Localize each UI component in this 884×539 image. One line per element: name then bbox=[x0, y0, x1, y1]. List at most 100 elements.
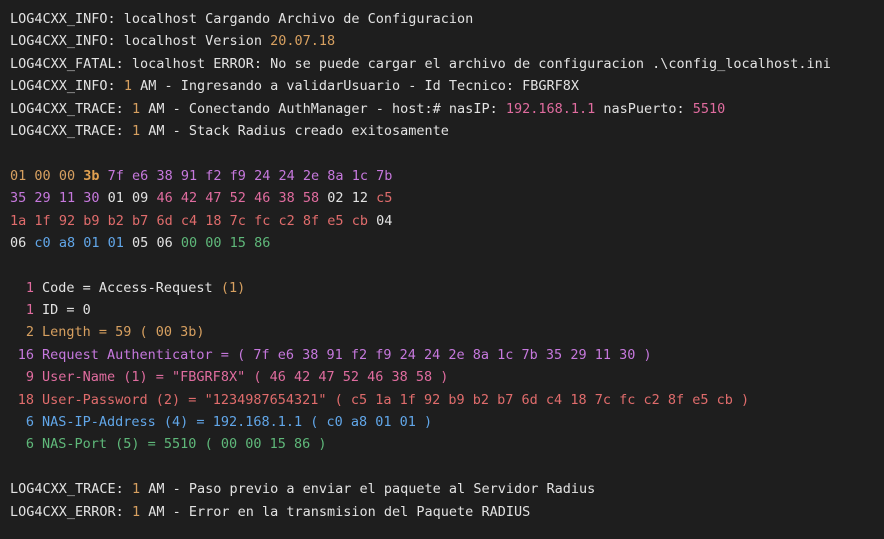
field-label: User-Name (1) = bbox=[42, 369, 173, 386]
radius-field-row: 2 Length = 59 ( 00 3b) bbox=[10, 321, 884, 343]
hex-byte: 18 bbox=[205, 212, 222, 229]
hex-byte: 12 bbox=[351, 190, 368, 207]
hex-byte: b7 bbox=[132, 212, 149, 229]
log-tag: LOG4CXX_INFO: bbox=[10, 78, 116, 95]
log-tag: LOG4CXX_FATAL: bbox=[10, 55, 124, 72]
log-number: 1 bbox=[131, 481, 141, 498]
hex-byte: 1a bbox=[10, 212, 27, 229]
field-length: 1 bbox=[25, 279, 34, 296]
hex-byte: 01 bbox=[107, 234, 124, 251]
hex-byte: f2 bbox=[205, 167, 222, 184]
hex-byte: 8a bbox=[327, 167, 344, 184]
field-length: 16 bbox=[17, 346, 34, 363]
hex-byte: b2 bbox=[107, 212, 124, 229]
hex-byte: 01 bbox=[10, 167, 27, 184]
field-label: User-Password (2) = bbox=[42, 391, 205, 408]
hex-byte: 46 bbox=[254, 190, 271, 207]
hex-byte: 38 bbox=[156, 167, 173, 184]
log-tag: LOG4CXX_INFO: bbox=[10, 33, 116, 50]
radius-field-row: 6 NAS-Port (5) = 5510 ( 00 00 15 86 ) bbox=[10, 433, 884, 455]
hex-byte: 58 bbox=[302, 190, 320, 207]
log-line: LOG4CXX_INFO: localhost Version 20.07.18 bbox=[10, 30, 884, 52]
hex-byte: c5 bbox=[376, 190, 393, 207]
radius-field-row: 1 ID = 0 bbox=[10, 299, 884, 321]
hex-dump-row: 35 29 11 30 01 09 46 42 47 52 46 38 58 0… bbox=[10, 187, 884, 209]
log-line: LOG4CXX_INFO: 1 AM - Ingresando a valida… bbox=[10, 75, 884, 97]
field-bytes: ( c0 a8 01 01 ) bbox=[302, 414, 433, 431]
hex-byte: fc bbox=[254, 212, 271, 229]
hex-byte: 52 bbox=[229, 190, 246, 207]
log-message: AM - Conectando AuthManager - host:# nas… bbox=[140, 100, 506, 117]
nas-ip: 192.168.1.1 bbox=[505, 100, 596, 117]
field-length: 18 bbox=[17, 391, 34, 408]
hex-byte: b9 bbox=[83, 212, 100, 229]
hex-byte: 46 bbox=[156, 190, 173, 207]
field-label: Code = Access-Request bbox=[42, 279, 213, 296]
terminal-output: LOG4CXX_INFO: localhost Cargando Archivo… bbox=[0, 0, 884, 539]
hex-byte: c4 bbox=[180, 212, 198, 229]
field-length: 6 bbox=[25, 436, 34, 453]
hex-byte: 42 bbox=[180, 190, 198, 207]
hex-byte: e5 bbox=[327, 212, 344, 229]
field-length: 1 bbox=[25, 302, 34, 319]
hex-byte: 24 bbox=[278, 167, 295, 184]
hex-byte: 00 bbox=[205, 234, 222, 251]
hex-byte: 04 bbox=[376, 212, 393, 229]
log-line: LOG4CXX_TRACE: 1 AM - Paso previo a envi… bbox=[10, 478, 884, 500]
field-label: NAS-Port (5) = bbox=[42, 436, 164, 453]
hex-byte: 7c bbox=[229, 212, 246, 229]
field-value: "FBGRF8X" bbox=[172, 369, 246, 386]
log-message: localhost Version bbox=[115, 33, 271, 50]
field-length: 6 bbox=[25, 414, 34, 431]
radius-fields: 1 Code = Access-Request (1) 1 ID = 0 2 Length… bbox=[10, 277, 884, 456]
hex-byte: 35 bbox=[10, 190, 27, 207]
log-message: AM - Paso previo a enviar el paquete al … bbox=[140, 481, 596, 498]
hex-byte: f9 bbox=[229, 167, 246, 184]
hex-byte: 7b bbox=[376, 167, 393, 184]
field-length: 2 bbox=[25, 324, 34, 341]
log-message: AM - Ingresando a validarUsuario - Id Te… bbox=[131, 78, 579, 95]
field-label: Length = 59 bbox=[42, 324, 132, 341]
radius-field-row: 1 Code = Access-Request (1) bbox=[10, 277, 884, 299]
hex-byte: 30 bbox=[83, 190, 100, 207]
log-tag: LOG4CXX_TRACE: bbox=[10, 122, 124, 139]
hex-byte: 15 bbox=[229, 234, 246, 251]
hex-byte: 01 bbox=[107, 190, 124, 207]
field-length: 9 bbox=[25, 369, 34, 386]
hex-dump-row: 06 c0 a8 01 01 05 06 00 00 15 86 bbox=[10, 232, 884, 254]
log-number: 1 bbox=[123, 78, 132, 95]
field-bytes: ( 00 3b) bbox=[131, 324, 205, 341]
log-message: AM - Stack Radius creado exitosamente bbox=[140, 122, 449, 139]
hex-byte: 11 bbox=[58, 190, 76, 207]
hex-dump-row: 1a 1f 92 b9 b2 b7 6d c4 18 7c fc c2 8f e… bbox=[10, 210, 884, 232]
radius-field-row: 18 User-Password (2) = "1234987654321" ( … bbox=[10, 389, 884, 411]
log-tag: LOG4CXX_TRACE: bbox=[10, 481, 124, 498]
log-line: LOG4CXX_TRACE: 1 AM - Conectando AuthMan… bbox=[10, 98, 884, 120]
hex-byte: 00 bbox=[58, 167, 76, 184]
hex-byte: 00 bbox=[34, 167, 51, 184]
hex-byte: 3b bbox=[83, 167, 100, 184]
version-number: 20.07.18 bbox=[270, 33, 336, 50]
field-label: Request Authenticator = bbox=[42, 346, 238, 363]
hex-byte: 29 bbox=[34, 190, 51, 207]
field-value: 192.168.1.1 bbox=[212, 414, 303, 431]
field-bytes: ( c5 1a 1f 92 b9 b2 b7 6d c4 18 7c fc c2… bbox=[326, 391, 750, 408]
hex-byte: 92 bbox=[58, 212, 76, 229]
log-number: 1 bbox=[131, 503, 141, 520]
log-tag: LOG4CXX_INFO: bbox=[10, 11, 116, 27]
hex-byte: 8f bbox=[302, 212, 320, 229]
hex-byte: 05 bbox=[132, 234, 149, 251]
field-bytes: ( 46 42 47 52 46 38 58 ) bbox=[245, 369, 449, 386]
hex-byte: 06 bbox=[10, 234, 27, 251]
log-message: AM - Error en la transmision del Paquete… bbox=[140, 503, 531, 520]
log-line: LOG4CXX_ERROR: 1 AM - Error en la transm… bbox=[10, 501, 884, 523]
hex-byte: c0 bbox=[34, 234, 51, 251]
field-label: ID = 0 bbox=[42, 302, 91, 319]
log-line: LOG4CXX_INFO: localhost Cargando Archivo… bbox=[10, 8, 884, 30]
field-value: "1234987654321" bbox=[204, 391, 327, 408]
hex-byte: 2e bbox=[302, 167, 320, 184]
hex-byte: 47 bbox=[205, 190, 222, 207]
